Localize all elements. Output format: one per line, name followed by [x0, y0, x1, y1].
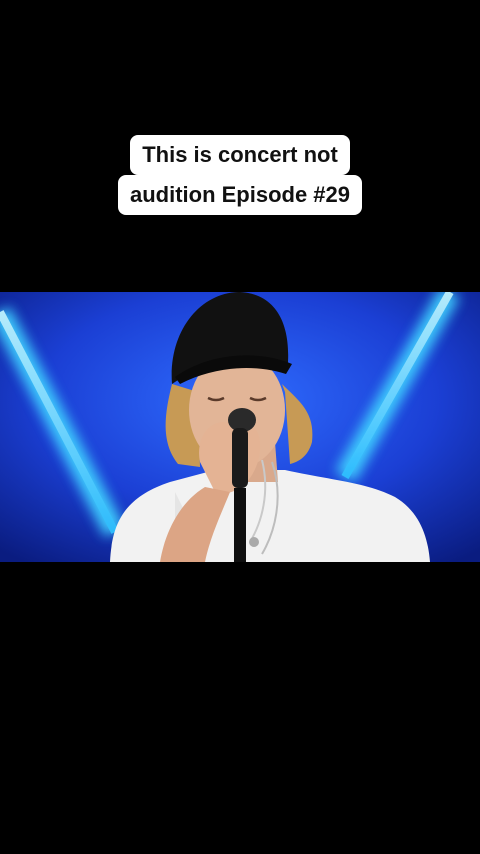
video-player[interactable] [0, 292, 480, 562]
caption-line-2: audition Episode #29 [117, 175, 363, 215]
video-post-screen[interactable]: This is concert not audition Episode #29 [0, 0, 480, 854]
caption-line-1: This is concert not [130, 135, 350, 175]
caption-overlay: This is concert not audition Episode #29 [0, 135, 480, 215]
video-frame-image [0, 292, 480, 562]
